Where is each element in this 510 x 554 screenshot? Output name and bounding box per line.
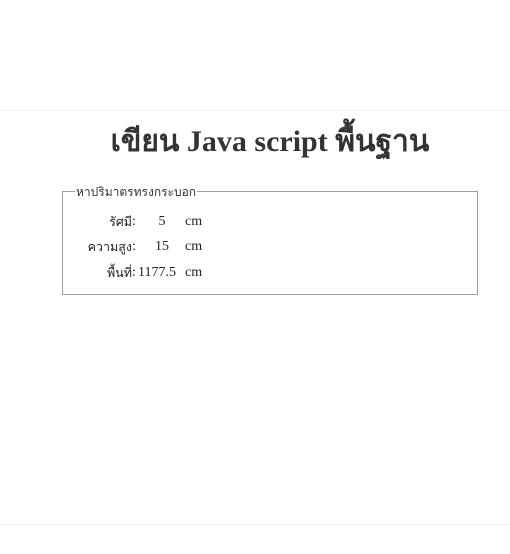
area-value: 1177.5: [138, 265, 176, 280]
area-label: พื้นที่: [106, 265, 132, 280]
radius-colon: :: [132, 214, 136, 229]
area-colon: :: [132, 265, 136, 280]
height-value: 15: [155, 239, 169, 254]
radius-value: 5: [158, 214, 166, 229]
page-title: เขียน Java script พื้นฐาน: [110, 125, 430, 158]
height-colon: :: [132, 239, 136, 254]
radius-unit: cm: [185, 214, 203, 229]
area-unit: cm: [185, 265, 203, 280]
bottom-divider: [0, 524, 510, 525]
fieldset-legend: หาปริมาตรทรงกระบอก: [75, 184, 198, 200]
height-unit: cm: [185, 239, 203, 254]
top-divider: [0, 110, 510, 111]
radius-label: รัศมี: [109, 214, 132, 229]
height-label: ความสูง: [87, 239, 132, 254]
